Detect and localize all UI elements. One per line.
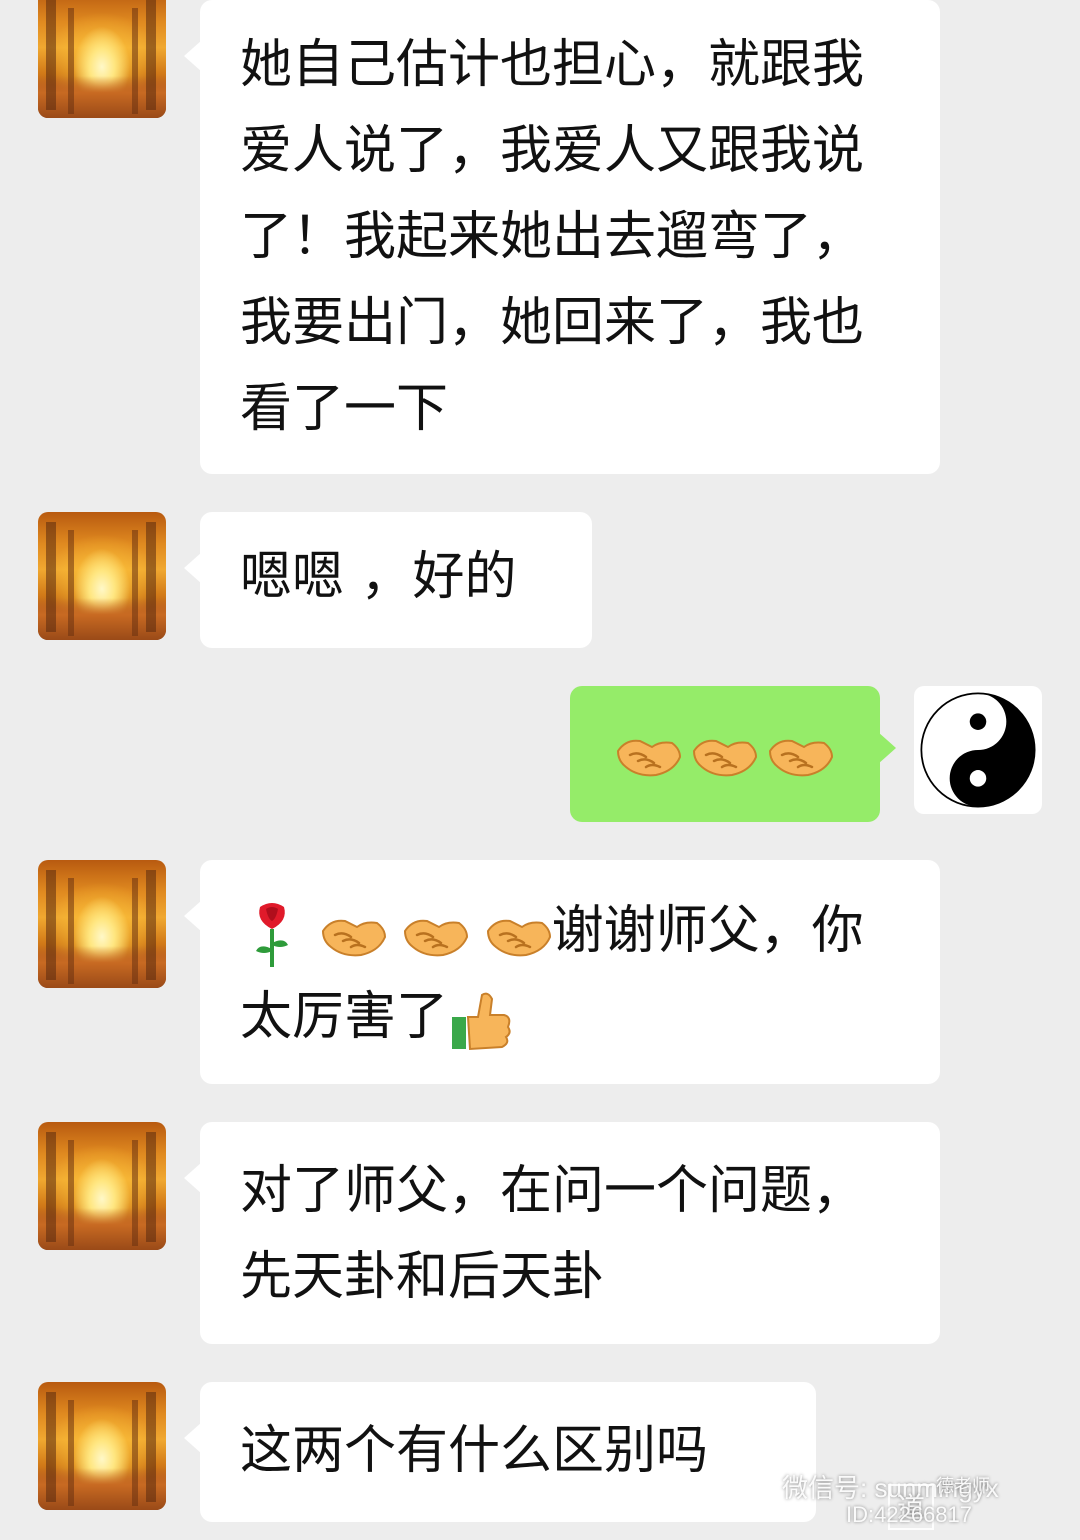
watermark-id-number: ID:42266817 bbox=[846, 1502, 972, 1527]
message-text: 对了师父，在问一个问题，先天卦和后天卦 bbox=[240, 1161, 865, 1307]
contact-avatar[interactable] bbox=[38, 860, 166, 988]
yin-yang-icon bbox=[920, 692, 1036, 808]
message-bubble[interactable]: 嗯嗯 ，好的 bbox=[184, 512, 592, 648]
handshake-icon bbox=[486, 919, 551, 957]
message-bubble[interactable]: 这两个有什么区别吗 bbox=[184, 1382, 816, 1522]
message-row: 嗯嗯 ，好的 bbox=[0, 512, 1080, 652]
handshake-icon bbox=[692, 739, 758, 777]
message-text: 她自己估计也担心，就跟我爱人说了，我爱人又跟我说了！我起来她出去遛弯了，我要出门… bbox=[240, 35, 865, 439]
message-bubble[interactable]: 谢谢师父，你太厉害了 bbox=[184, 860, 940, 1084]
contact-avatar[interactable] bbox=[38, 1382, 166, 1510]
chat-history: 她自己估计也担心，就跟我爱人说了，我爱人又跟我说了！我起来她出去遛弯了，我要出门… bbox=[0, 0, 1080, 1540]
watermark-seal-text: 德老师 bbox=[936, 1476, 990, 1496]
wechat-watermark: 微信号: sunmingyx 道 德老师 ID:42266817 bbox=[736, 1464, 1066, 1534]
message-row: 对了师父，在问一个问题，先天卦和后天卦 bbox=[0, 1122, 1080, 1352]
handshake-icon bbox=[616, 739, 682, 777]
message-row: 她自己估计也担心，就跟我爱人说了，我爱人又跟我说了！我起来她出去遛弯了，我要出门… bbox=[0, 0, 1080, 480]
message-bubble[interactable]: 对了师父，在问一个问题，先天卦和后天卦 bbox=[184, 1122, 940, 1344]
handshake-icon bbox=[768, 739, 834, 777]
contact-avatar[interactable] bbox=[38, 1122, 166, 1250]
message-text: 这两个有什么区别吗 bbox=[240, 1421, 709, 1481]
message-bubble[interactable] bbox=[570, 686, 896, 822]
rose-icon bbox=[256, 903, 288, 967]
message-row bbox=[0, 686, 1080, 826]
contact-avatar[interactable] bbox=[38, 512, 166, 640]
my-avatar[interactable] bbox=[914, 686, 1042, 814]
thumbs-up-icon bbox=[452, 992, 511, 1051]
message-row: 谢谢师父，你太厉害了 bbox=[0, 860, 1080, 1090]
wechat-logo-icon bbox=[737, 1477, 775, 1509]
handshake-icon bbox=[321, 919, 386, 957]
message-bubble[interactable]: 她自己估计也担心，就跟我爱人说了，我爱人又跟我说了！我起来她出去遛弯了，我要出门… bbox=[184, 0, 940, 474]
message-text: 嗯嗯 ，好的 bbox=[240, 547, 517, 607]
contact-avatar[interactable] bbox=[38, 0, 166, 118]
handshake-icon bbox=[404, 919, 469, 957]
